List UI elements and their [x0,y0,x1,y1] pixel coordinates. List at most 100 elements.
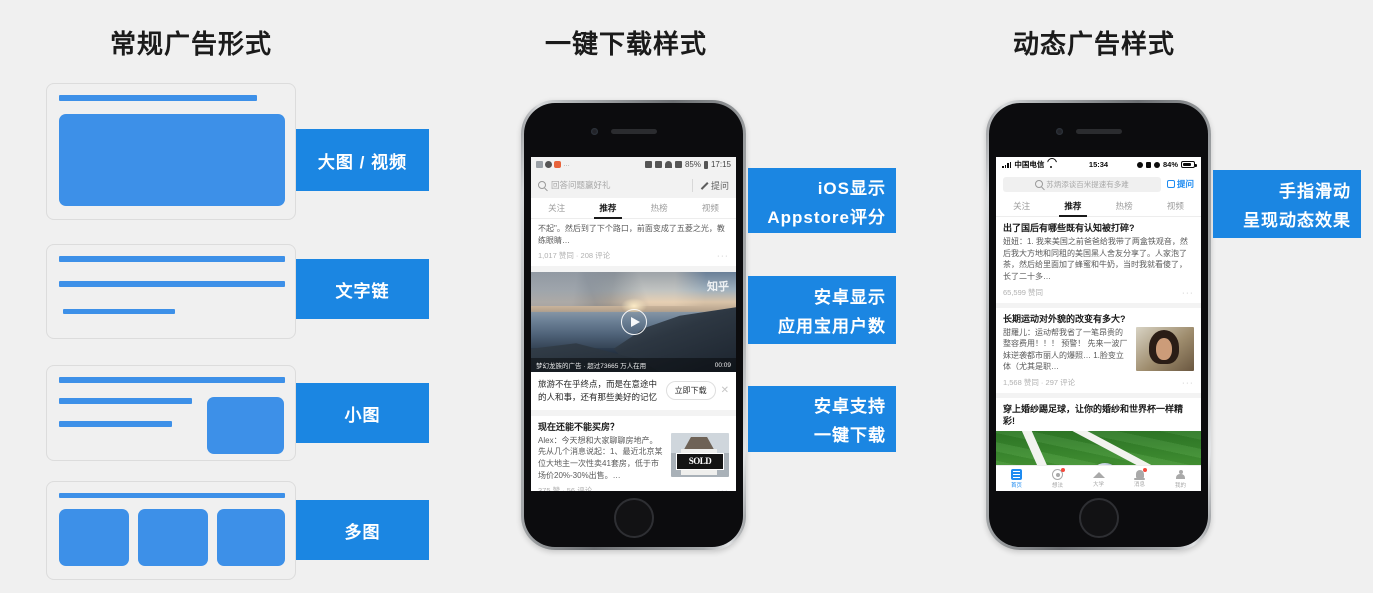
callout-tag-label: 多图 [344,522,381,542]
tab-university[interactable]: 大学 [1078,469,1119,488]
placeholder-line [59,398,192,404]
callout-tag-android-users: 安卓显示 应用宝用户数 [748,276,896,344]
tab-label: 大学 [1092,482,1104,488]
post-stats: 65,599 赞同 [1003,287,1044,297]
more-options-icon[interactable]: ··· [717,486,729,491]
close-icon[interactable]: ✕ [721,385,729,396]
placeholder-line [59,256,285,262]
tab-home[interactable]: 首页 [996,468,1037,489]
tab-follow[interactable]: 关注 [531,198,582,219]
search-icon [1035,180,1044,188]
post-thumbnail-portrait[interactable] [1136,326,1194,371]
search-bar-ios[interactable]: 苏炳添谈百米提速有多难 提问 [996,172,1201,196]
ask-question-button[interactable]: 提问 [1166,178,1194,190]
video-ad-card[interactable]: 知乎 梦幻龙族的广告 · 超过73665 万人在用 00:09 旅游不在乎终点，… [531,272,736,416]
post-meta: 65,599 赞同 ··· [1003,287,1194,298]
video-thumbnail[interactable]: 知乎 梦幻龙族的广告 · 超过73665 万人在用 00:09 [531,272,736,373]
app-notification-icon [545,161,552,168]
overflow-dots-icon: … [563,161,571,168]
sold-sign-label: SOLD [676,452,724,470]
signal-icon [674,161,682,168]
feed-tabs-ios[interactable]: 关注 推荐 热榜 视频 [996,196,1201,217]
post-row: 甜羅儿：运动帮我省了一笔昂贵的整容费用！！！ 预警！ 先来一波厂妹逆袭都市丽人的… [1003,326,1194,373]
battery-icon [1181,161,1197,168]
search-bar-android[interactable]: 回答问题赢好礼 提问 [531,172,736,198]
tab-hotlist[interactable]: 热榜 [1099,196,1150,217]
wireframe-card-small-image [46,365,296,461]
feed-tabs-android[interactable]: 关注 推荐 热榜 视频 [531,198,736,219]
video-duration-label: 00:09 [714,361,731,369]
tab-hotlist[interactable]: 热榜 [634,198,685,219]
notification-badge [1142,468,1147,472]
feed-item-exercise[interactable]: 长期运动对外貌的改变有多大? 甜羅儿：运动帮我省了一笔昂贵的整容费用！！！ 预警… [996,307,1201,399]
post-thumbnail-house[interactable]: SOLD [671,432,729,477]
callout-tag-label: 文字链 [335,281,390,301]
download-now-button[interactable]: 立即下载 [665,381,716,401]
placeholder-line [59,377,285,383]
person-icon [1176,469,1185,479]
placeholder-thumb-block [207,397,284,454]
phone-screen-middle: … 85% 17:15 回答问题赢好礼 提问 关注 推荐 热榜 视频 不起"。然… [531,157,736,491]
callout-line-2: 呈现动态效果 [1243,211,1351,230]
bell-icon [1134,468,1147,480]
callout-line-2: 一键下载 [814,426,886,445]
tab-follow[interactable]: 关注 [996,196,1047,217]
post-stats: 1,017 赞同 · 208 评论 [538,251,611,261]
callout-line-2: 应用宝用户数 [778,317,886,336]
ask-question-button[interactable]: 提问 [699,179,729,192]
search-input[interactable]: 回答问题赢好礼 [538,179,686,191]
status-left: 中国电信 [1002,159,1055,170]
feed-item-clipped[interactable]: 不起"。然后到了下个路口，前面变成了五菱之光，教练眼睛… 1,017 赞同 · … [531,219,736,273]
feed-item-house[interactable]: 现在还能不能买房？ Alex：今天想和大家聊聊房地产。先从几个消息说起：1、最近… [531,415,736,491]
placeholder-thumb-block [59,509,129,566]
wifi-icon [1047,162,1055,168]
compose-icon [1166,180,1175,188]
ad-copy-text: 旅游不在乎终点，而是在意途中的人和事，还有那些美好的记忆 [538,379,658,402]
earpiece-speaker [610,129,657,134]
more-options-icon[interactable]: ··· [1182,378,1194,387]
search-input[interactable]: 苏炳添谈百米提速有多难 [1003,176,1161,192]
front-camera-icon [590,128,598,135]
tab-profile[interactable]: 我的 [1160,469,1201,489]
callout-line-2: Appstore评分 [767,207,886,227]
bottom-tab-bar[interactable]: 首页 想法 大学 消息 我的 [996,465,1201,491]
chat-notification-icon [554,161,561,168]
front-camera-icon [1055,128,1063,135]
post-stats: 375 赞 · 56 评论 [538,486,593,491]
tab-video[interactable]: 视频 [685,198,736,219]
placeholder-image-block [59,114,285,206]
home-button[interactable] [1078,498,1119,538]
more-options-icon[interactable]: ··· [717,251,729,260]
more-options-icon[interactable]: ··· [1182,288,1194,297]
feed-item-abroad[interactable]: 出了国后有哪些既有认知被打碎? 妞妞：1. 我来美国之前爸爸给我带了两盒铁观音，… [996,217,1201,308]
notification-badge [1061,467,1065,472]
earpiece-speaker [1075,129,1122,134]
alarm-icon [1153,161,1160,168]
tab-recommend[interactable]: 推荐 [1047,196,1098,217]
tab-messages[interactable]: 消息 [1119,468,1160,488]
zhihu-watermark: 知乎 [707,281,729,294]
pencil-icon [699,181,708,190]
placeholder-thumb-block [138,509,208,566]
wireframe-card-multi-image [46,481,296,580]
play-button-icon[interactable] [620,309,647,336]
tab-ideas[interactable]: 想法 [1037,467,1078,489]
post-stats: 1,568 赞同 · 297 评论 [1003,378,1076,388]
feed-list-android: 不起"。然后到了下个路口，前面变成了五菱之光，教练眼睛… 1,017 赞同 · … [531,219,736,491]
callout-line-1: iOS显示 [817,178,886,198]
phone-body: … 85% 17:15 回答问题赢好礼 提问 关注 推荐 热榜 视频 不起"。然… [524,103,743,547]
tab-recommend[interactable]: 推荐 [582,198,633,219]
post-meta: 1,568 赞同 · 297 评论 ··· [1003,377,1194,388]
carrier-label: 中国电信 [1014,160,1045,169]
image-notification-icon [536,161,543,168]
tab-video[interactable]: 视频 [1150,196,1201,217]
post-title: 穿上婚纱踢足球，让你的婚纱和世界杯一样精彩! [1003,404,1184,427]
callout-tag-multi-image: 多图 [296,500,429,560]
do-not-disturb-icon [1136,161,1143,168]
wifi-icon [664,161,672,168]
column-title-right: 动态广告样式 [1013,29,1176,59]
post-text-column: Alex：今天想和大家聊聊房地产。先从几个消息说起：1、最近北京某位大地主一次性… [538,433,665,481]
home-button[interactable] [613,498,654,538]
callout-line-1: 安卓显示 [814,288,886,307]
status-right-icons: 85% 17:15 [644,160,731,169]
